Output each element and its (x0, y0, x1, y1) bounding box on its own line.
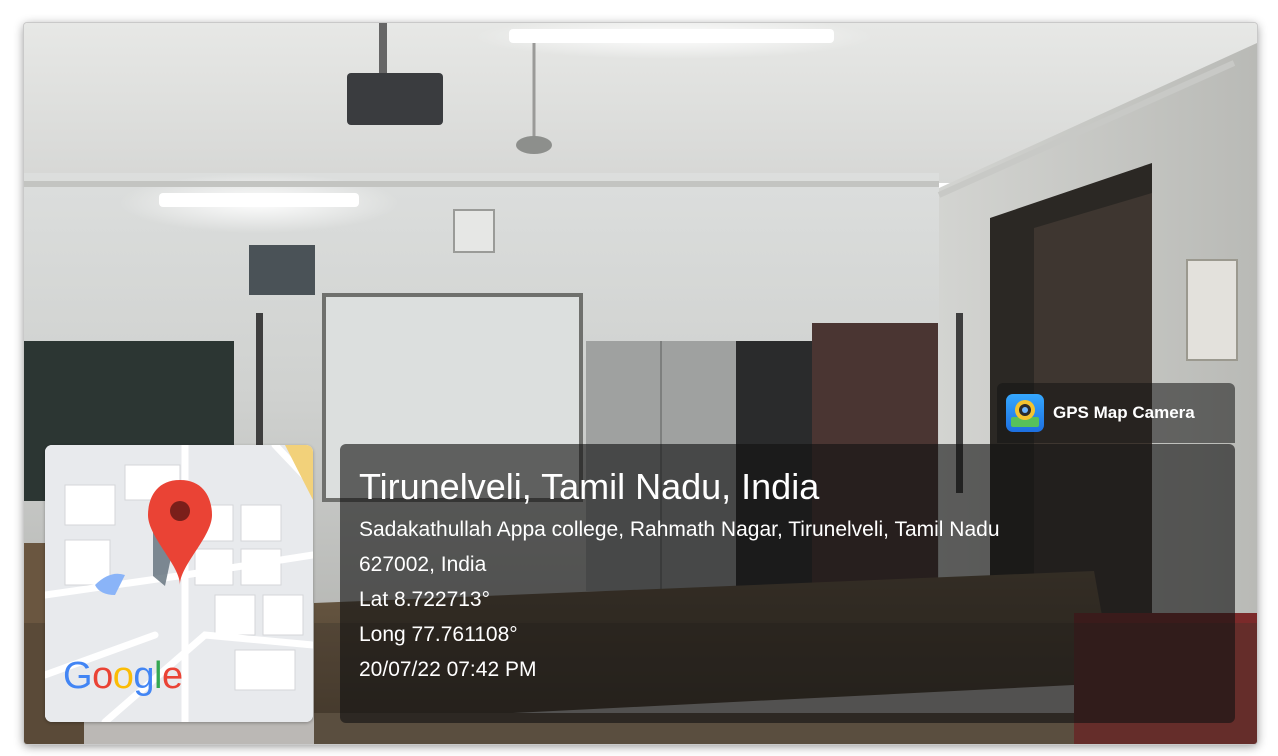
address-line-1: Sadakathullah Appa college, Rahmath Naga… (359, 518, 1000, 541)
longitude: Long 77.761108° (359, 623, 518, 646)
app-name: GPS Map Camera (1053, 403, 1195, 422)
google-logo: Google (63, 655, 183, 697)
gps-map-camera-icon (1006, 394, 1044, 432)
location-info-panel: Tirunelveli, Tamil Nadu, India Sadakathu… (340, 444, 1235, 723)
address-line-2: 627002, India (359, 553, 487, 576)
gps-map-camera-badge: GPS Map Camera (997, 383, 1235, 443)
location-title: Tirunelveli, Tamil Nadu, India (359, 466, 820, 507)
latitude: Lat 8.722713° (359, 588, 491, 611)
map-thumbnail[interactable]: Google (45, 445, 313, 722)
timestamp: 20/07/22 07:42 PM (359, 658, 537, 681)
